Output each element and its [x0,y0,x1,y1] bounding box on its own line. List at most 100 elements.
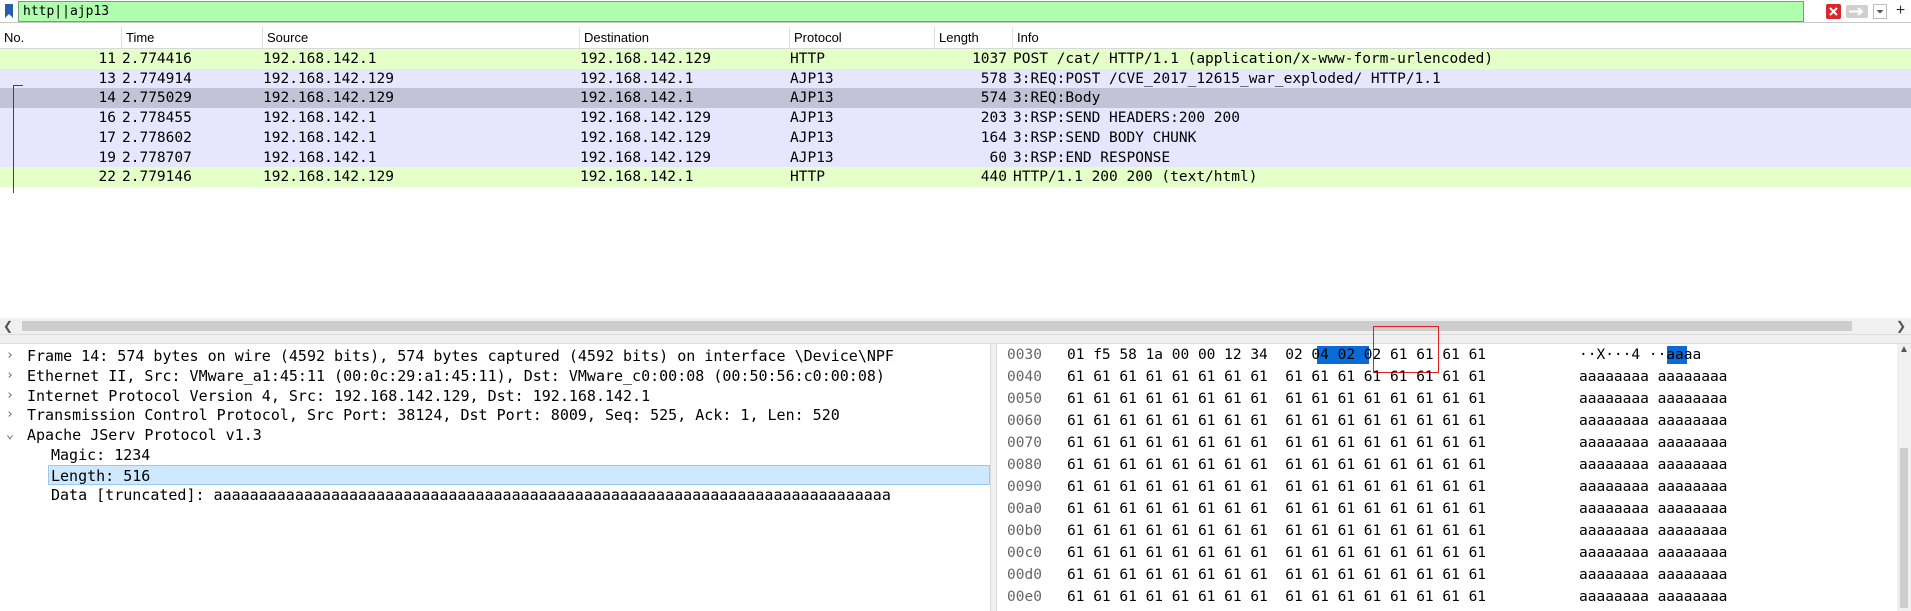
detail-tree-item[interactable]: Magic: 1234 [0,445,990,465]
hex-offset: 0030 [1007,347,1042,363]
column-header-time[interactable]: Time [122,27,263,49]
packet-list-header: No. Time Source Destination Protocol Len… [0,27,1911,49]
detail-tree-label: Data [truncated]: aaaaaaaaaaaaaaaaaaaaaa… [51,485,891,504]
detail-tree-item[interactable]: ⌄ Apache JServ Protocol v1.3 [0,425,990,445]
hex-offset: 0070 [1007,435,1042,451]
packet-row[interactable]: 16 2.778455 192.168.142.1 192.168.142.129 AJ… [0,108,1911,129]
hex-offset: 0060 [1007,413,1042,429]
packet-cell-info: 3:RSP:SEND BODY CHUNK [1013,129,1197,146]
column-header-info[interactable]: Info [1013,27,1911,49]
filter-history-dropdown-icon[interactable] [1873,4,1887,19]
packet-cell-src: 192.168.142.1 [263,149,377,166]
apply-filter-arrow-icon[interactable] [1846,5,1868,18]
packet-row[interactable]: 19 2.778707 192.168.142.1 192.168.142.129 AJ… [0,147,1911,168]
ascii-bytes: aaaaaaaa aaaaaaaa [1579,369,1728,385]
scroll-left-arrow-icon[interactable]: ❮ [3,319,15,333]
column-header-no[interactable]: No. [0,27,122,49]
hex-dump-row[interactable]: 00e0 61 61 61 61 61 61 61 61 61 61 61 61 … [997,586,1897,608]
bookmark-icon[interactable] [4,4,14,18]
packet-cell-time: 2.778455 [122,110,192,127]
packet-row[interactable]: 13 2.774914 192.168.142.129 192.168.142.1 AJ… [0,68,1911,89]
bytes-vertical-scrollbar[interactable]: ▲ [1897,344,1911,611]
packet-cell-info: HTTP/1.1 200 200 (text/html) [1013,169,1258,186]
packet-cell-time: 2.774416 [122,51,192,67]
detail-tree-label: Frame 14: 574 bytes on wire (4592 bits),… [27,347,894,365]
tree-expander-icon[interactable]: › [6,366,18,386]
hex-bytes: 61 61 61 61 61 61 61 61 61 61 61 61 61 6… [1067,479,1487,495]
hex-dump-row[interactable]: 0060 61 61 61 61 61 61 61 61 61 61 61 61 … [997,410,1897,432]
hex-dump-row[interactable]: 0090 61 61 61 61 61 61 61 61 61 61 61 61 … [997,476,1897,498]
packet-cell-len: 60 [989,149,1007,166]
pane-splitter[interactable] [0,334,1911,344]
packet-cell-len: 1037 [972,51,1007,67]
details-bytes-divider[interactable] [990,344,997,611]
add-filter-button[interactable]: + [1893,2,1908,20]
display-filter-input[interactable]: http||ajp13 [18,1,1804,22]
hex-dump-row[interactable]: 00d0 61 61 61 61 61 61 61 61 61 61 61 61 … [997,564,1897,586]
column-header-source[interactable]: Source [263,27,580,49]
ascii-bytes: aaaaaaaa aaaaaaaa [1579,457,1728,473]
packet-row[interactable]: 14 2.775029 192.168.142.129 192.168.142.1 AJ… [0,88,1911,109]
column-header-destination[interactable]: Destination [580,27,790,49]
detail-tree-item[interactable]: Data [truncated]: aaaaaaaaaaaaaaaaaaaaaa… [0,485,990,505]
hex-dump-row[interactable]: 0070 61 61 61 61 61 61 61 61 61 61 61 61 … [997,432,1897,454]
hex-offset: 0040 [1007,369,1042,385]
tree-expander-icon[interactable]: ⌄ [6,425,18,445]
detail-tree-label: Ethernet II, Src: VMware_a1:45:11 (00:0c… [27,366,885,385]
detail-tree-item[interactable]: › Frame 14: 574 bytes on wire (4592 bits)… [0,346,990,366]
hex-bytes: 61 61 61 61 61 61 61 61 61 61 61 61 61 6… [1067,391,1487,407]
detail-tree-item[interactable]: Length: 516 [48,464,990,485]
packet-cell-time: 2.779146 [122,169,192,186]
column-header-length[interactable]: Length [935,27,1013,49]
hex-bytes: 61 61 61 61 61 61 61 61 61 61 61 61 61 6… [1067,435,1487,451]
packet-cell-info: POST /cat/ HTTP/1.1 (application/x-www-f… [1013,51,1494,67]
packet-cell-info: 3:REQ:POST /CVE_2017_12615_war_exploded/… [1013,70,1441,87]
ascii-bytes: ··X···4 ··aaaa [1579,347,1702,363]
detail-tree-item[interactable]: › Ethernet II, Src: VMware_a1:45:11 (00:0… [0,366,990,386]
packet-cell-no: 19 [98,149,116,166]
hex-dump-row[interactable]: 0040 61 61 61 61 61 61 61 61 61 61 61 61 … [997,366,1897,388]
hex-dump-row[interactable]: 0080 61 61 61 61 61 61 61 61 61 61 61 61 … [997,454,1897,476]
hex-dump-row[interactable]: 0050 61 61 61 61 61 61 61 61 61 61 61 61 … [997,388,1897,410]
hex-offset: 0090 [1007,479,1042,495]
packet-list-horizontal-scrollbar[interactable]: ❮ ❯ [0,318,1911,334]
detail-tree-item[interactable]: › Transmission Control Protocol, Src Port… [0,405,990,425]
detail-tree-label: Apache JServ Protocol v1.3 [27,426,262,445]
hex-offset: 00d0 [1007,567,1042,583]
scrollbar-thumb[interactable] [22,321,1852,331]
packet-row[interactable]: 17 2.778602 192.168.142.1 192.168.142.129 AJ… [0,127,1911,148]
packet-row[interactable]: 11 2.774416 192.168.142.1 192.168.142.129 HT… [0,49,1911,69]
packet-cell-proto: HTTP [790,169,825,186]
packet-cell-proto: AJP13 [790,129,834,146]
packet-cell-src: 192.168.142.1 [263,129,377,146]
packet-cell-dst: 192.168.142.129 [580,51,711,67]
hex-dump-row[interactable]: 00c0 61 61 61 61 61 61 61 61 61 61 61 61 … [997,542,1897,564]
scrollbar-thumb[interactable] [1900,448,1908,608]
display-filter-toolbar: http||ajp13 + [0,0,1911,23]
clear-filter-icon[interactable] [1826,4,1841,19]
detail-tree-label: Magic: 1234 [51,446,151,464]
tree-expander-icon[interactable]: › [6,386,18,406]
packet-cell-proto: AJP13 [790,110,834,127]
packet-cell-len: 440 [980,169,1007,186]
packet-cell-dst: 192.168.142.1 [580,70,694,87]
hex-offset: 00a0 [1007,501,1042,517]
packet-cell-no: 22 [98,169,116,186]
detail-tree-item[interactable]: › Internet Protocol Version 4, Src: 192.1… [0,386,990,406]
scroll-up-arrow-icon[interactable]: ▲ [1898,344,1910,356]
packet-cell-proto: AJP13 [790,70,834,87]
packet-row[interactable]: 22 2.779146 192.168.142.129 192.168.142.1 HT… [0,167,1911,188]
hex-dump-row[interactable]: 0030 01 f5 58 1a 00 00 12 34 02 04 02 02 … [997,344,1897,366]
packet-cell-no: 16 [98,110,116,127]
column-header-protocol[interactable]: Protocol [790,27,935,49]
packet-cell-proto: HTTP [790,51,825,67]
packet-cell-dst: 192.168.142.129 [580,149,711,166]
tree-expander-icon[interactable]: › [6,405,18,425]
packet-cell-src: 192.168.142.1 [263,51,377,67]
hex-dump-row[interactable]: 00a0 61 61 61 61 61 61 61 61 61 61 61 61 … [997,498,1897,520]
hex-dump-row[interactable]: 00b0 61 61 61 61 61 61 61 61 61 61 61 61 … [997,520,1897,542]
scroll-right-arrow-icon[interactable]: ❯ [1896,319,1908,333]
hex-offset: 00b0 [1007,523,1042,539]
tree-expander-icon[interactable]: › [6,346,18,366]
ascii-bytes: aaaaaaaa aaaaaaaa [1579,501,1728,517]
